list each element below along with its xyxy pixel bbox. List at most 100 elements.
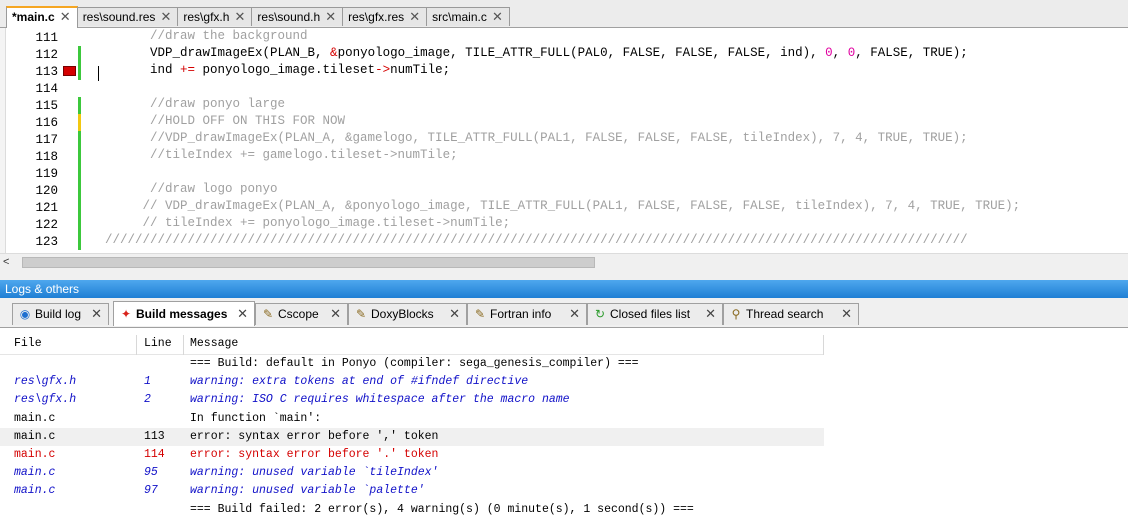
message-text: error: syntax error before '.' token [190, 448, 439, 461]
message-text: === Build failed: 2 error(s), 4 warning(… [190, 502, 694, 516]
logs-tab[interactable]: ⚲ Thread search ✕ [723, 303, 859, 325]
editor-tab-label: res\sound.h [257, 10, 321, 24]
column-header-file[interactable]: File [14, 337, 42, 350]
code-line[interactable]: // VDP_drawImageEx(PLAN_A, &ponyologo_im… [90, 198, 1021, 215]
logs-tab[interactable]: ↻ Closed files list ✕ [587, 303, 723, 325]
message-file: res\gfx.h [14, 393, 77, 407]
message-row[interactable]: main.c 114 error: syntax error before '.' … [0, 446, 824, 464]
editor-tab[interactable]: src\main.c ✕ [426, 7, 510, 26]
scrollbar-thumb[interactable] [22, 257, 595, 268]
logs-tab-label: Fortran info [490, 307, 552, 321]
logs-tab-label: Cscope [278, 307, 319, 321]
code-line[interactable]: //draw the background [90, 28, 308, 45]
code-line[interactable]: //tileIndex += gamelogo.tileset->numTile… [90, 147, 458, 164]
message-line: 1 [144, 375, 151, 389]
message-file: main.c [14, 411, 56, 425]
code-editor[interactable]: 111 112 113 114 115 116 117 118 119 120 121 122 123 … [0, 28, 1128, 253]
build-messages-list[interactable]: File Line Message === Build: default in … [0, 328, 1128, 519]
line-number: 114 [35, 82, 58, 96]
editor-tab[interactable]: res\gfx.res ✕ [342, 7, 428, 26]
code-line[interactable]: //VDP_drawImageEx(PLAN_A, &gamelogo, TIL… [90, 130, 968, 147]
logs-tab[interactable]: ✎ Cscope ✕ [255, 303, 348, 325]
message-text: warning: ISO C requires whitespace after… [190, 393, 570, 407]
code-area[interactable]: //draw the background VDP_drawImageEx(PL… [90, 28, 1128, 253]
change-bar [78, 233, 81, 250]
code-token: ponyologo_image.tileset [195, 63, 376, 77]
message-line: 114 [144, 448, 165, 461]
message-text: warning: extra tokens at end of #ifndef … [190, 375, 529, 389]
panel-splitter[interactable] [0, 270, 1128, 280]
logs-tab-bar: ◉ Build log ✕ ✦ Build messages ✕ ✎ Cscope ✕ ✎ Doxy… [0, 298, 1128, 328]
editor-tab-label: res\sound.res [82, 10, 156, 24]
horizontal-scrollbar[interactable]: < [0, 253, 1128, 271]
code-line[interactable]: VDP_drawImageEx(PLAN_B, &ponyologo_image… [90, 45, 968, 62]
change-bar [78, 46, 81, 63]
column-divider[interactable] [823, 335, 824, 355]
close-tab-icon[interactable]: ✕ [60, 8, 71, 26]
logs-tab[interactable]: ✎ Fortran info ✕ [467, 303, 587, 325]
code-token: , [832, 46, 848, 60]
editor-tab[interactable]: res\sound.h ✕ [251, 7, 344, 26]
code-comment: //draw ponyo large [150, 97, 286, 111]
close-tab-icon[interactable]: ✕ [569, 304, 580, 324]
code-comment: //VDP_drawImageEx(PLAN_A, &gamelogo, TIL… [150, 131, 968, 145]
message-row[interactable]: main.c 95 warning: unused variable `tileIn… [0, 464, 824, 482]
close-tab-icon[interactable]: ✕ [237, 302, 248, 326]
close-tab-icon[interactable]: ✕ [841, 304, 852, 324]
close-tab-icon[interactable]: ✕ [235, 8, 246, 26]
code-comment: ////////////////////////////////////////… [105, 233, 968, 247]
editor-tab-label: src\main.c [432, 10, 487, 24]
code-line[interactable]: //draw ponyo large [90, 96, 285, 113]
column-header-message[interactable]: Message [190, 337, 238, 350]
scroll-left-icon[interactable]: < [3, 254, 9, 271]
message-row[interactable]: main.c 97 warning: unused variable `palett… [0, 482, 824, 500]
close-tab-icon[interactable]: ✕ [325, 8, 336, 26]
close-tab-icon[interactable]: ✕ [492, 8, 503, 26]
message-row[interactable]: main.c In function `main': [0, 410, 824, 428]
close-tab-icon[interactable]: ✕ [705, 304, 716, 324]
thread-search-icon: ⚲ [731, 307, 741, 321]
change-bar [78, 199, 81, 216]
code-line[interactable]: ////////////////////////////////////////… [90, 232, 968, 249]
code-line[interactable]: //draw logo ponyo [90, 181, 278, 198]
logs-tab[interactable]: ✎ DoxyBlocks ✕ [348, 303, 467, 325]
error-marker-icon[interactable] [63, 66, 76, 76]
message-line: 97 [144, 484, 158, 498]
logs-tab[interactable]: ◉ Build log ✕ [12, 303, 109, 325]
message-row[interactable]: res\gfx.h 2 warning: ISO C requires whites… [0, 391, 824, 409]
line-number: 115 [35, 99, 58, 113]
code-comment: //tileIndex += gamelogo.tileset->numTile… [150, 148, 458, 162]
code-comment: //draw the background [150, 29, 308, 43]
close-tab-icon[interactable]: ✕ [91, 304, 102, 324]
logs-tab[interactable]: ✦ Build messages ✕ [113, 301, 255, 326]
message-row[interactable]: === Build failed: 2 error(s), 4 warning(… [0, 501, 824, 519]
column-divider[interactable] [136, 335, 137, 355]
message-row[interactable]: === Build: default in Ponyo (compiler: s… [0, 355, 824, 373]
editor-tab[interactable]: res\gfx.h ✕ [177, 7, 253, 26]
change-bar [78, 216, 81, 233]
close-tab-icon[interactable]: ✕ [160, 8, 171, 26]
close-tab-icon[interactable]: ✕ [449, 304, 460, 324]
line-number-gutter[interactable]: 111 112 113 114 115 116 117 118 119 120 121 122 123 [0, 28, 82, 253]
code-line[interactable]: ind += ponyologo_image.tileset->numTile; [90, 62, 450, 79]
list-header: File Line Message [0, 332, 824, 355]
build-messages-icon: ✦ [120, 307, 132, 321]
close-tab-icon[interactable]: ✕ [409, 8, 420, 26]
column-divider[interactable] [183, 335, 184, 355]
message-row[interactable]: res\gfx.h 1 warning: extra tokens at end o… [0, 373, 824, 391]
line-number: 112 [35, 48, 58, 62]
logs-tab-label: Closed files list [610, 307, 691, 321]
editor-tab[interactable]: res\sound.res ✕ [76, 7, 179, 26]
message-file: main.c [14, 484, 56, 498]
column-header-line[interactable]: Line [144, 337, 172, 350]
editor-tab[interactable]: *main.c ✕ [6, 6, 78, 28]
message-row[interactable]: main.c 113 error: syntax error before ',' … [0, 427, 824, 446]
code-line[interactable]: // tileIndex += ponyologo_image.tileset-… [90, 215, 511, 232]
code-line[interactable]: //HOLD OFF ON THIS FOR NOW [90, 113, 345, 130]
close-tab-icon[interactable]: ✕ [330, 304, 341, 324]
